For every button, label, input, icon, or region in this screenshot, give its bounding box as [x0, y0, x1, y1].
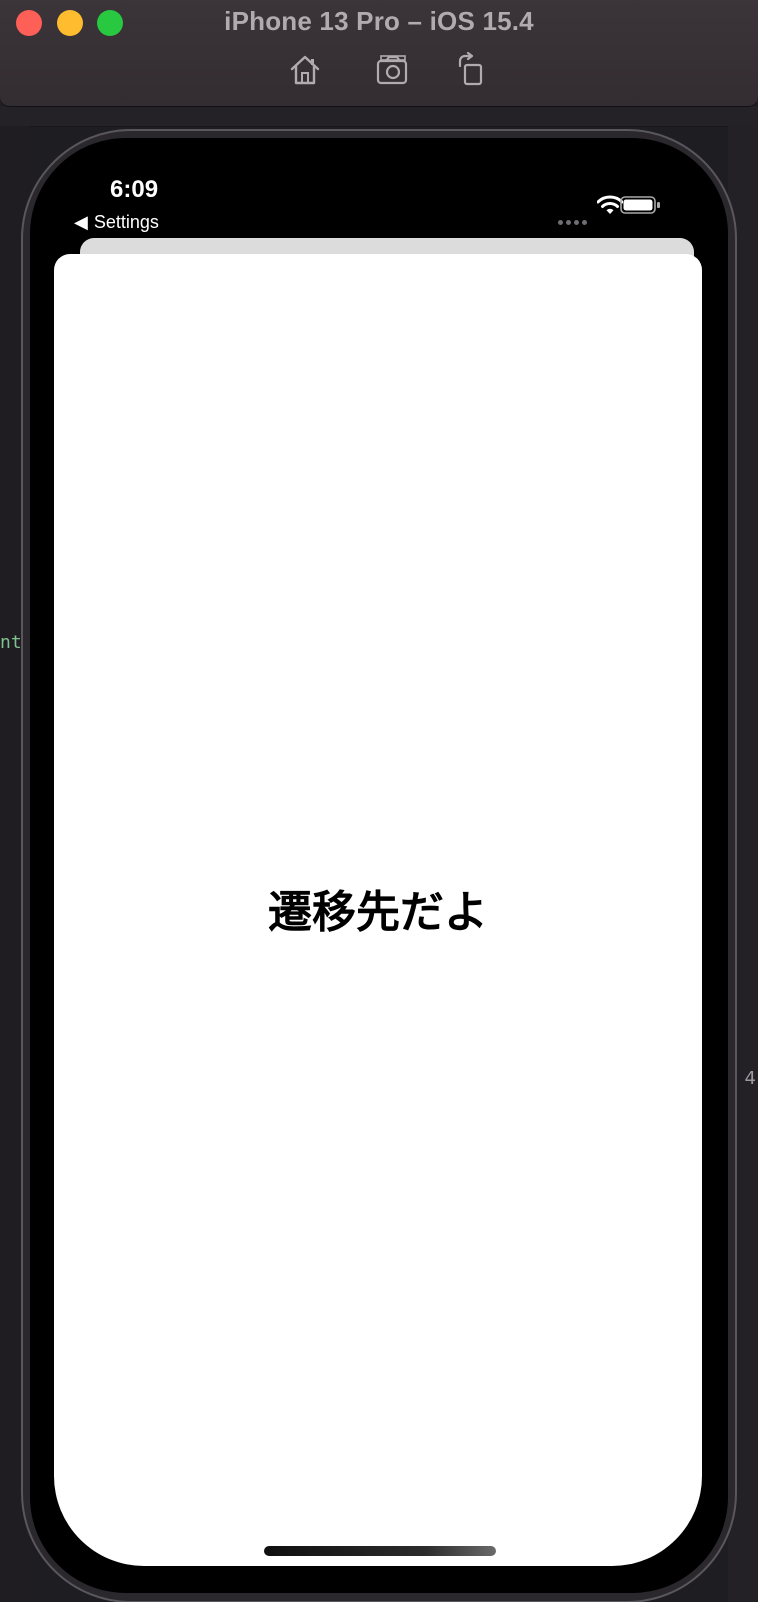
rotate-icon: [458, 51, 483, 86]
battery-icon: [620, 196, 660, 214]
back-triangle-icon: ◀: [74, 212, 88, 232]
simulator-screen: nt 4 iPhone 13 Pro – iOS 15.4 6:09 ◀ Set…: [0, 0, 758, 1602]
presented-sheet[interactable]: 遷移先だよ: [54, 254, 702, 1566]
editor-code-snippet: nt: [0, 632, 22, 653]
window-title: iPhone 13 Pro – iOS 15.4: [224, 6, 534, 36]
rotate-button[interactable]: [454, 51, 490, 88]
screenshot-button[interactable]: [375, 52, 411, 88]
screenshot-icon: [376, 55, 408, 85]
cellular-dots-icon: [558, 210, 590, 229]
simulator-titlebar: iPhone 13 Pro – iOS 15.4: [0, 0, 758, 107]
back-link-label: Settings: [93, 212, 159, 232]
status-time: 6:09: [110, 176, 159, 203]
back-to-settings-link[interactable]: ◀ Settings: [74, 212, 159, 233]
xcode-toolbar-strip: [0, 106, 758, 127]
home-indicator[interactable]: [264, 1546, 496, 1556]
editor-number-snippet: 4: [744, 1068, 756, 1089]
home-button[interactable]: [287, 52, 323, 88]
home-icon: [290, 55, 320, 85]
sheet-title: 遷移先だよ: [268, 888, 488, 937]
